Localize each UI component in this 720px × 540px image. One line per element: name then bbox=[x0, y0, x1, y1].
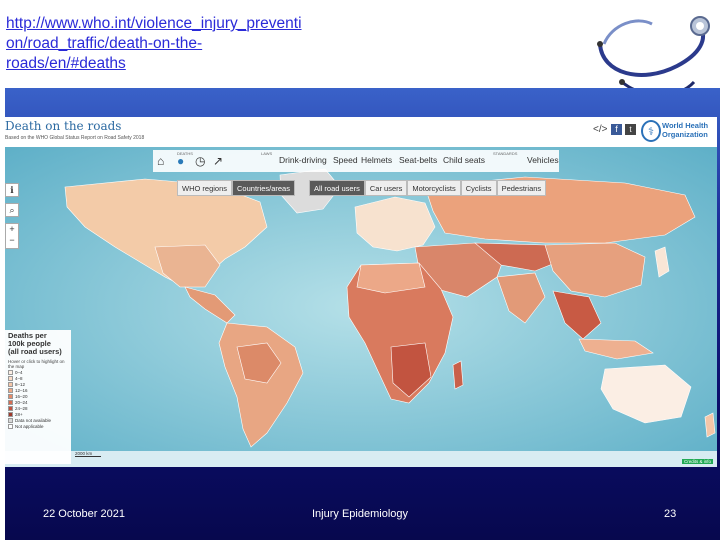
who-name-line-1: World Health bbox=[662, 121, 709, 130]
law-seat-belts[interactable]: Seat-belts bbox=[399, 155, 437, 165]
facebook-icon[interactable]: f bbox=[611, 124, 622, 135]
legend-label: 28+ bbox=[15, 411, 23, 417]
legend-swatch bbox=[8, 417, 13, 423]
map-subtitle: Based on the WHO Global Status Report on… bbox=[5, 135, 145, 141]
url-line-2[interactable]: on/road_traffic/death-on-the- bbox=[6, 34, 366, 54]
scale-bar: 2000 km bbox=[75, 451, 101, 457]
tab-countries-areas[interactable]: Countries/areas bbox=[232, 180, 295, 196]
legend-swatch bbox=[8, 411, 13, 417]
footer-course: Injury Epidemiology bbox=[312, 508, 408, 520]
legend-swatch bbox=[8, 405, 13, 411]
legend-swatch bbox=[8, 375, 13, 381]
legend-label: 8–12 bbox=[15, 381, 26, 387]
url-line-3[interactable]: roads/en/#deaths bbox=[6, 54, 366, 74]
legend-label: 24–28 bbox=[15, 405, 28, 411]
tab-all-road-users[interactable]: All road users bbox=[309, 180, 365, 196]
embed-icon[interactable]: </> bbox=[593, 124, 607, 135]
legend-label: 4–8 bbox=[15, 375, 23, 381]
legend-label: Data not available bbox=[15, 417, 52, 423]
laws-label: LAWS bbox=[261, 151, 273, 156]
globe-icon[interactable]: ● bbox=[177, 154, 184, 168]
law-speed[interactable]: Speed bbox=[333, 155, 358, 165]
url-link[interactable]: http://www.who.int/violence_injury_preve… bbox=[6, 14, 366, 74]
tab-pedestrians[interactable]: Pedestrians bbox=[496, 180, 547, 196]
zoom-control[interactable]: + − bbox=[5, 223, 19, 249]
who-name: World Health Organization bbox=[662, 121, 708, 139]
law-drink-driving[interactable]: Drink-driving bbox=[279, 155, 327, 165]
indicator-toolbar: ⌂ DEATHS ● ◷ ↗ LAWS Drink-driving Speed … bbox=[153, 150, 559, 172]
tab-who-regions[interactable]: WHO regions bbox=[177, 180, 233, 196]
legend-swatch bbox=[8, 423, 13, 429]
clock-icon[interactable]: ◷ bbox=[195, 154, 205, 168]
url-line-1[interactable]: http://www.who.int/violence_injury_preve… bbox=[6, 14, 366, 34]
page-number: 23 bbox=[664, 508, 677, 520]
tab-car-users[interactable]: Car users bbox=[364, 180, 408, 196]
law-helmets[interactable]: Helmets bbox=[361, 155, 392, 165]
info-button[interactable]: ℹ bbox=[5, 183, 19, 197]
legend-label: 12–16 bbox=[15, 387, 28, 393]
legend-hint: Hover or click to highlight on the map bbox=[8, 359, 65, 369]
tab-cyclists[interactable]: Cyclists bbox=[460, 180, 497, 196]
legend-swatch bbox=[8, 387, 13, 393]
law-child-seats[interactable]: Child seats bbox=[443, 155, 485, 165]
zoom-search-button[interactable]: ⌕ bbox=[5, 203, 19, 217]
legend-swatch bbox=[8, 369, 13, 375]
legend-label: 16–20 bbox=[15, 393, 28, 399]
credits-link[interactable]: Credits & info bbox=[681, 459, 713, 464]
who-name-line-2: Organization bbox=[662, 130, 708, 139]
road-user-tabs: All road users Car users Motorcyclists C… bbox=[309, 180, 547, 196]
tab-motorcyclists[interactable]: Motorcyclists bbox=[407, 180, 461, 196]
legend-label: 20–24 bbox=[15, 399, 28, 405]
legend-items: 0–4 4–8 8–12 12–16 16–20 20–24 24–28 28+ Data no… bbox=[8, 369, 68, 429]
legend-item[interactable]: Not applicable bbox=[8, 423, 68, 429]
home-icon[interactable]: ⌂ bbox=[157, 154, 164, 168]
map-header: Death on the roads Based on the WHO Glob… bbox=[5, 117, 717, 147]
region-tabs: WHO regions Countries/areas bbox=[177, 180, 295, 196]
twitter-icon[interactable]: t bbox=[625, 124, 636, 135]
legend-swatch bbox=[8, 381, 13, 387]
map-title: Death on the roads bbox=[5, 119, 122, 133]
who-map-screenshot: Death on the roads Based on the WHO Glob… bbox=[5, 117, 717, 467]
map-legend: Deaths per 100k people (all road users) … bbox=[5, 330, 71, 464]
legend-label: Not applicable bbox=[15, 423, 44, 429]
legend-swatch bbox=[8, 393, 13, 399]
legend-swatch bbox=[8, 399, 13, 405]
trend-chart-icon[interactable]: ↗ bbox=[213, 154, 223, 168]
footer-date: 22 October 2021 bbox=[43, 508, 125, 520]
legend-label: 0–4 bbox=[15, 369, 23, 375]
legend-title-3: (all road users) bbox=[8, 347, 62, 356]
who-emblem-icon: ⚕ bbox=[641, 120, 661, 142]
standards-label: STANDARDS bbox=[493, 151, 518, 156]
standard-vehicles[interactable]: Vehicles bbox=[527, 155, 559, 165]
